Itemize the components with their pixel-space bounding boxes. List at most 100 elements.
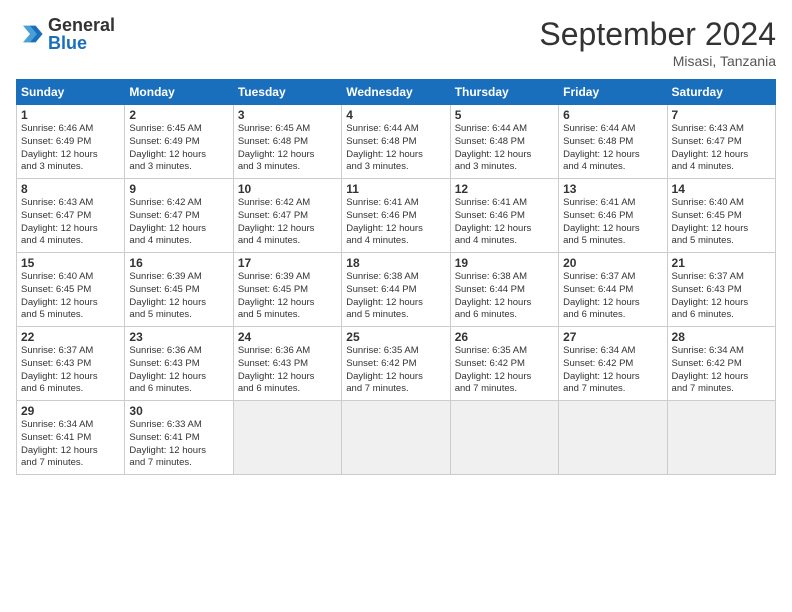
table-row: 23Sunrise: 6:36 AM Sunset: 6:43 PM Dayli… bbox=[125, 327, 233, 401]
day-info: Sunrise: 6:43 AM Sunset: 6:47 PM Dayligh… bbox=[672, 123, 771, 174]
day-info: Sunrise: 6:44 AM Sunset: 6:48 PM Dayligh… bbox=[563, 123, 662, 174]
day-info: Sunrise: 6:34 AM Sunset: 6:42 PM Dayligh… bbox=[563, 345, 662, 396]
header-saturday: Saturday bbox=[667, 80, 775, 105]
day-info: Sunrise: 6:39 AM Sunset: 6:45 PM Dayligh… bbox=[129, 271, 228, 322]
day-number: 8 bbox=[21, 182, 120, 196]
table-row: 19Sunrise: 6:38 AM Sunset: 6:44 PM Dayli… bbox=[450, 253, 558, 327]
table-row: 22Sunrise: 6:37 AM Sunset: 6:43 PM Dayli… bbox=[17, 327, 125, 401]
calendar-header-row: Sunday Monday Tuesday Wednesday Thursday… bbox=[17, 80, 776, 105]
table-row: 6Sunrise: 6:44 AM Sunset: 6:48 PM Daylig… bbox=[559, 105, 667, 179]
logo-text: General Blue bbox=[48, 16, 115, 52]
day-number: 1 bbox=[21, 108, 120, 122]
logo-icon bbox=[16, 20, 44, 48]
day-number: 27 bbox=[563, 330, 662, 344]
day-info: Sunrise: 6:36 AM Sunset: 6:43 PM Dayligh… bbox=[238, 345, 337, 396]
table-row: 26Sunrise: 6:35 AM Sunset: 6:42 PM Dayli… bbox=[450, 327, 558, 401]
table-row: 8Sunrise: 6:43 AM Sunset: 6:47 PM Daylig… bbox=[17, 179, 125, 253]
day-info: Sunrise: 6:33 AM Sunset: 6:41 PM Dayligh… bbox=[129, 419, 228, 470]
day-number: 3 bbox=[238, 108, 337, 122]
day-number: 15 bbox=[21, 256, 120, 270]
day-number: 5 bbox=[455, 108, 554, 122]
day-number: 12 bbox=[455, 182, 554, 196]
calendar-table: Sunday Monday Tuesday Wednesday Thursday… bbox=[16, 79, 776, 475]
table-row: 17Sunrise: 6:39 AM Sunset: 6:45 PM Dayli… bbox=[233, 253, 341, 327]
table-row: 28Sunrise: 6:34 AM Sunset: 6:42 PM Dayli… bbox=[667, 327, 775, 401]
day-info: Sunrise: 6:45 AM Sunset: 6:48 PM Dayligh… bbox=[238, 123, 337, 174]
table-row: 18Sunrise: 6:38 AM Sunset: 6:44 PM Dayli… bbox=[342, 253, 450, 327]
day-number: 7 bbox=[672, 108, 771, 122]
day-info: Sunrise: 6:44 AM Sunset: 6:48 PM Dayligh… bbox=[346, 123, 445, 174]
table-row bbox=[233, 401, 341, 475]
table-row: 25Sunrise: 6:35 AM Sunset: 6:42 PM Dayli… bbox=[342, 327, 450, 401]
table-row bbox=[342, 401, 450, 475]
day-number: 30 bbox=[129, 404, 228, 418]
table-row: 9Sunrise: 6:42 AM Sunset: 6:47 PM Daylig… bbox=[125, 179, 233, 253]
day-number: 18 bbox=[346, 256, 445, 270]
table-row: 15Sunrise: 6:40 AM Sunset: 6:45 PM Dayli… bbox=[17, 253, 125, 327]
day-number: 25 bbox=[346, 330, 445, 344]
day-number: 20 bbox=[563, 256, 662, 270]
day-info: Sunrise: 6:41 AM Sunset: 6:46 PM Dayligh… bbox=[563, 197, 662, 248]
table-row: 12Sunrise: 6:41 AM Sunset: 6:46 PM Dayli… bbox=[450, 179, 558, 253]
day-info: Sunrise: 6:44 AM Sunset: 6:48 PM Dayligh… bbox=[455, 123, 554, 174]
day-number: 19 bbox=[455, 256, 554, 270]
day-number: 24 bbox=[238, 330, 337, 344]
day-number: 28 bbox=[672, 330, 771, 344]
day-number: 16 bbox=[129, 256, 228, 270]
day-info: Sunrise: 6:38 AM Sunset: 6:44 PM Dayligh… bbox=[346, 271, 445, 322]
table-row: 1Sunrise: 6:46 AM Sunset: 6:49 PM Daylig… bbox=[17, 105, 125, 179]
day-number: 17 bbox=[238, 256, 337, 270]
day-info: Sunrise: 6:37 AM Sunset: 6:43 PM Dayligh… bbox=[672, 271, 771, 322]
day-number: 11 bbox=[346, 182, 445, 196]
month-title: September 2024 bbox=[539, 16, 776, 53]
day-number: 21 bbox=[672, 256, 771, 270]
table-row: 21Sunrise: 6:37 AM Sunset: 6:43 PM Dayli… bbox=[667, 253, 775, 327]
day-info: Sunrise: 6:36 AM Sunset: 6:43 PM Dayligh… bbox=[129, 345, 228, 396]
header-thursday: Thursday bbox=[450, 80, 558, 105]
day-info: Sunrise: 6:39 AM Sunset: 6:45 PM Dayligh… bbox=[238, 271, 337, 322]
day-info: Sunrise: 6:43 AM Sunset: 6:47 PM Dayligh… bbox=[21, 197, 120, 248]
day-info: Sunrise: 6:42 AM Sunset: 6:47 PM Dayligh… bbox=[238, 197, 337, 248]
table-row bbox=[450, 401, 558, 475]
table-row: 13Sunrise: 6:41 AM Sunset: 6:46 PM Dayli… bbox=[559, 179, 667, 253]
table-row: 20Sunrise: 6:37 AM Sunset: 6:44 PM Dayli… bbox=[559, 253, 667, 327]
table-row: 30Sunrise: 6:33 AM Sunset: 6:41 PM Dayli… bbox=[125, 401, 233, 475]
day-info: Sunrise: 6:40 AM Sunset: 6:45 PM Dayligh… bbox=[21, 271, 120, 322]
table-row: 4Sunrise: 6:44 AM Sunset: 6:48 PM Daylig… bbox=[342, 105, 450, 179]
day-info: Sunrise: 6:38 AM Sunset: 6:44 PM Dayligh… bbox=[455, 271, 554, 322]
logo-blue: Blue bbox=[48, 34, 115, 52]
table-row: 2Sunrise: 6:45 AM Sunset: 6:49 PM Daylig… bbox=[125, 105, 233, 179]
day-info: Sunrise: 6:34 AM Sunset: 6:42 PM Dayligh… bbox=[672, 345, 771, 396]
day-number: 9 bbox=[129, 182, 228, 196]
header-wednesday: Wednesday bbox=[342, 80, 450, 105]
day-info: Sunrise: 6:40 AM Sunset: 6:45 PM Dayligh… bbox=[672, 197, 771, 248]
day-number: 26 bbox=[455, 330, 554, 344]
day-number: 4 bbox=[346, 108, 445, 122]
day-info: Sunrise: 6:45 AM Sunset: 6:49 PM Dayligh… bbox=[129, 123, 228, 174]
table-row: 11Sunrise: 6:41 AM Sunset: 6:46 PM Dayli… bbox=[342, 179, 450, 253]
table-row: 16Sunrise: 6:39 AM Sunset: 6:45 PM Dayli… bbox=[125, 253, 233, 327]
page-header: General Blue September 2024 Misasi, Tanz… bbox=[16, 16, 776, 69]
table-row bbox=[559, 401, 667, 475]
table-row bbox=[667, 401, 775, 475]
table-row: 3Sunrise: 6:45 AM Sunset: 6:48 PM Daylig… bbox=[233, 105, 341, 179]
day-info: Sunrise: 6:35 AM Sunset: 6:42 PM Dayligh… bbox=[346, 345, 445, 396]
day-info: Sunrise: 6:41 AM Sunset: 6:46 PM Dayligh… bbox=[455, 197, 554, 248]
table-row: 14Sunrise: 6:40 AM Sunset: 6:45 PM Dayli… bbox=[667, 179, 775, 253]
title-block: September 2024 Misasi, Tanzania bbox=[539, 16, 776, 69]
day-number: 2 bbox=[129, 108, 228, 122]
table-row: 5Sunrise: 6:44 AM Sunset: 6:48 PM Daylig… bbox=[450, 105, 558, 179]
day-number: 14 bbox=[672, 182, 771, 196]
calendar-week-row: 29Sunrise: 6:34 AM Sunset: 6:41 PM Dayli… bbox=[17, 401, 776, 475]
calendar-week-row: 1Sunrise: 6:46 AM Sunset: 6:49 PM Daylig… bbox=[17, 105, 776, 179]
day-info: Sunrise: 6:35 AM Sunset: 6:42 PM Dayligh… bbox=[455, 345, 554, 396]
table-row: 7Sunrise: 6:43 AM Sunset: 6:47 PM Daylig… bbox=[667, 105, 775, 179]
header-monday: Monday bbox=[125, 80, 233, 105]
table-row: 24Sunrise: 6:36 AM Sunset: 6:43 PM Dayli… bbox=[233, 327, 341, 401]
table-row: 29Sunrise: 6:34 AM Sunset: 6:41 PM Dayli… bbox=[17, 401, 125, 475]
header-sunday: Sunday bbox=[17, 80, 125, 105]
day-info: Sunrise: 6:42 AM Sunset: 6:47 PM Dayligh… bbox=[129, 197, 228, 248]
header-tuesday: Tuesday bbox=[233, 80, 341, 105]
table-row: 10Sunrise: 6:42 AM Sunset: 6:47 PM Dayli… bbox=[233, 179, 341, 253]
day-number: 13 bbox=[563, 182, 662, 196]
